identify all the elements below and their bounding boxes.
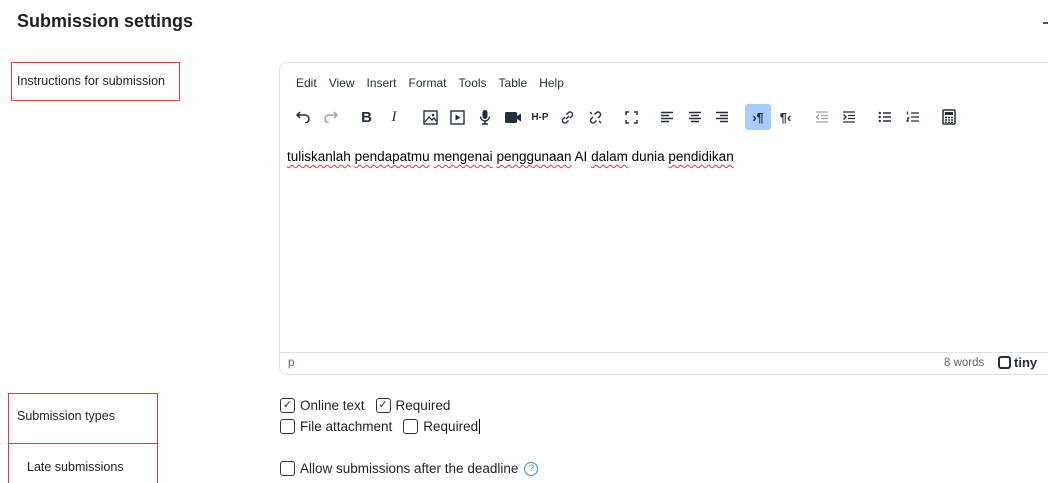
tiny-brand[interactable]: tiny [998, 355, 1037, 370]
section-title: Submission settings [17, 11, 194, 31]
menu-tools[interactable]: Tools [459, 76, 487, 90]
unlink-icon[interactable] [582, 104, 608, 130]
word-count[interactable]: 8 words [944, 357, 984, 369]
file-attachment-row: File attachment Required [280, 419, 481, 434]
link-icon[interactable] [555, 104, 581, 130]
rtl-icon[interactable]: ¶‹ [773, 104, 799, 130]
align-center-icon[interactable] [682, 104, 708, 130]
record-audio-icon[interactable] [472, 104, 498, 130]
italic-icon[interactable]: I [381, 104, 407, 130]
align-right-icon[interactable] [709, 104, 735, 130]
undo-icon[interactable] [290, 104, 316, 130]
submission-types-label: Submission types [17, 409, 115, 423]
menu-help[interactable]: Help [539, 76, 564, 90]
element-path[interactable]: p [288, 357, 294, 369]
tiny-brand-text: tiny [1014, 355, 1038, 370]
bullet-list-icon[interactable] [872, 104, 898, 130]
outdent-icon[interactable] [809, 104, 835, 130]
online-text-checkbox[interactable]: ✓ [280, 398, 295, 413]
text-cursor [479, 419, 481, 434]
menu-table[interactable]: Table [499, 76, 528, 90]
help-icon[interactable]: ? [524, 461, 539, 476]
media-icon[interactable] [445, 104, 471, 130]
file-attachment-required-checkbox[interactable] [403, 419, 419, 434]
menu-insert[interactable]: Insert [366, 76, 396, 90]
menu-edit[interactable]: Edit [296, 76, 317, 90]
editor-content[interactable]: tuliskanlah pendapatmu mengenai pengguna… [287, 149, 734, 164]
content-word: mengenai [433, 149, 493, 164]
indent-icon[interactable] [836, 104, 862, 130]
editor-toolbar: B I H-P ›¶ ¶‹ [290, 103, 963, 131]
file-attachment-label[interactable]: File attachment [300, 419, 392, 434]
online-text-label[interactable]: Online text [300, 398, 365, 413]
late-submissions-label: Late submissions [27, 460, 124, 474]
instructions-label: Instructions for submission [17, 74, 165, 88]
online-text-required-label[interactable]: Required [396, 398, 451, 413]
content-word: penggunaan [496, 149, 572, 164]
content-word: pendidikan [668, 149, 734, 164]
rich-text-editor[interactable]: Edit View Insert Format Tools Table Help… [279, 62, 1048, 375]
bold-icon[interactable]: B [354, 104, 380, 130]
tiny-logo-icon [998, 356, 1011, 369]
content-word: pendapatmu [354, 149, 430, 164]
menu-format[interactable]: Format [409, 76, 447, 90]
redo-icon[interactable] [318, 104, 344, 130]
content-word: tuliskanlah [287, 149, 351, 164]
equation-editor-icon[interactable] [936, 104, 962, 130]
ltr-icon[interactable]: ›¶ [745, 104, 771, 130]
menu-view[interactable]: View [329, 76, 355, 90]
image-icon[interactable] [417, 104, 443, 130]
allow-late-checkbox[interactable] [280, 461, 295, 476]
fullscreen-icon[interactable] [618, 104, 644, 130]
file-attachment-checkbox[interactable] [280, 419, 295, 434]
online-text-required-checkbox[interactable]: ✓ [375, 398, 391, 413]
online-text-row: ✓ Online text ✓ Required [280, 398, 461, 413]
record-video-icon[interactable] [500, 104, 526, 130]
content-word: dalam [591, 149, 628, 164]
editor-statusbar: p 8 words tiny [280, 352, 1048, 374]
numbered-list-icon[interactable] [900, 104, 926, 130]
allow-late-row: Allow submissions after the deadline ? [280, 461, 539, 476]
align-left-icon[interactable] [654, 104, 680, 130]
h5p-icon[interactable]: H-P [527, 104, 553, 130]
collapse-indicator[interactable] [1043, 22, 1048, 24]
file-attachment-required-label[interactable]: Required [423, 419, 478, 434]
editor-menubar: Edit View Insert Format Tools Table Help [296, 76, 576, 90]
allow-late-label[interactable]: Allow submissions after the deadline [300, 461, 518, 476]
